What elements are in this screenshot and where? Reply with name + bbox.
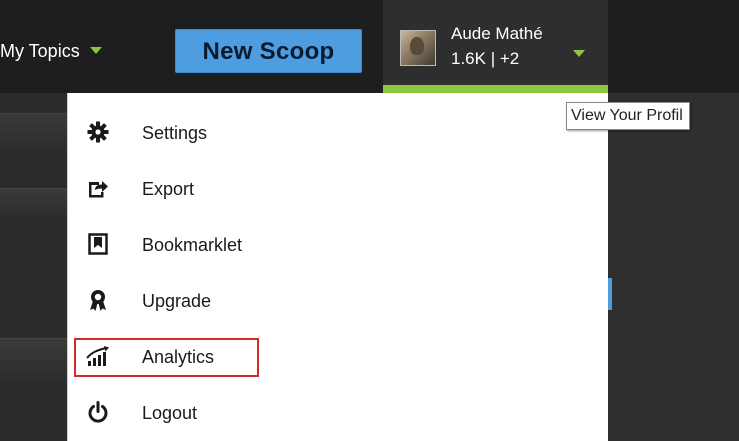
background-strip (0, 188, 67, 219)
menu-item-export[interactable]: Export (68, 161, 608, 217)
menu-item-label: Bookmarklet (142, 235, 243, 255)
menu-item-label: Upgrade (142, 291, 212, 311)
menu-item-label: Settings (142, 123, 208, 143)
profile-tooltip: View Your Profil (566, 102, 690, 130)
active-underline (383, 85, 608, 93)
profile-menu-button[interactable]: Aude Mathé 1.6K | +2 (383, 0, 608, 93)
background-strip (0, 338, 67, 384)
power-icon (85, 399, 111, 425)
chevron-down-icon[interactable] (573, 50, 585, 57)
gear-icon (85, 119, 111, 145)
top-bar: My Topics New Scoop Aude Mathé 1.6K | +2 (0, 0, 739, 93)
menu-item-settings[interactable]: Settings (68, 105, 608, 161)
chevron-down-icon (89, 46, 102, 54)
background-strip (0, 113, 67, 152)
my-topics-label: My Topics (0, 41, 80, 61)
background-page-left (0, 93, 67, 441)
avatar[interactable] (400, 30, 436, 66)
new-scoop-button[interactable]: New Scoop (175, 29, 362, 73)
profile-stats: 1.6K | +2 (451, 49, 520, 68)
analytics-highlight-box (74, 338, 259, 377)
menu-item-upgrade[interactable]: Upgrade (68, 273, 608, 329)
ribbon-icon (85, 287, 111, 313)
background-page-right (608, 93, 739, 441)
menu-item-label: Logout (142, 403, 198, 423)
background-button-edge (608, 278, 612, 310)
profile-dropdown-menu: Settings Export Bookmarklet Upgrade Anal… (67, 93, 608, 441)
profile-name: Aude Mathé (451, 24, 543, 43)
menu-item-label: Export (142, 179, 195, 199)
menu-item-bookmarklet[interactable]: Bookmarklet (68, 217, 608, 273)
export-icon (85, 175, 111, 201)
menu-item-logout[interactable]: Logout (68, 385, 608, 441)
bookmarklet-icon (85, 231, 111, 257)
my-topics-menu[interactable]: My Topics (0, 36, 102, 66)
